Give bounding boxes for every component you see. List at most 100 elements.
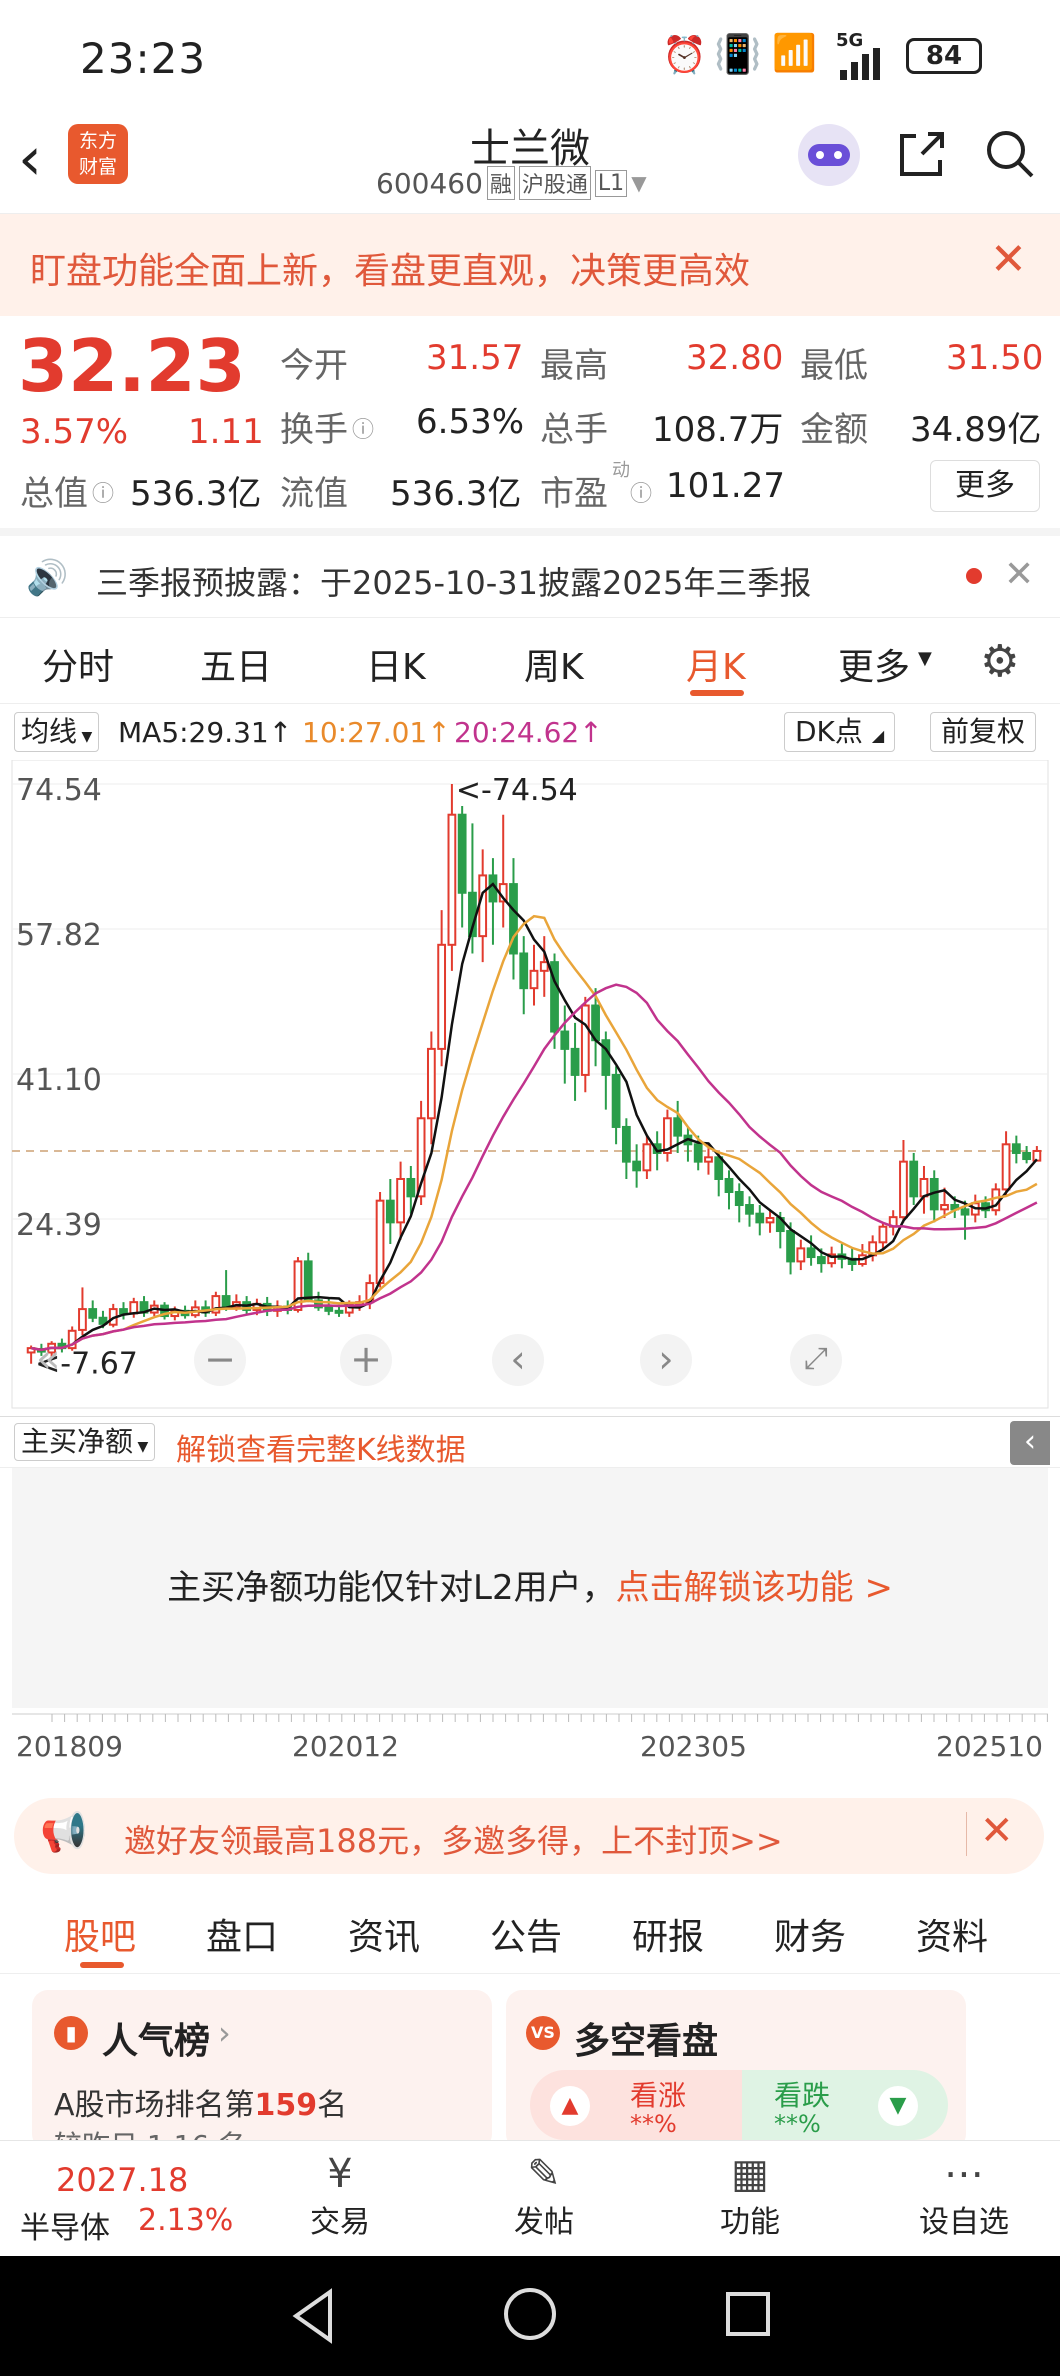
ma-select[interactable]: 均线 ▼ (14, 712, 100, 752)
stock-code: 600460 (376, 166, 483, 200)
tab-monthly-k[interactable]: 月K (686, 638, 746, 690)
back-nav-icon[interactable] (288, 2286, 338, 2350)
sector-index: 2027.18 (56, 2161, 189, 2199)
pe-dynamic-sup: 动 (612, 460, 630, 481)
settings-icon[interactable]: ⚙ (980, 636, 1019, 687)
tab-weekly-k[interactable]: 周K (524, 638, 584, 690)
vibrate-icon: 📳 (714, 32, 762, 76)
status-bar: 23:23 ⏰ 📳 📶 5G 84 (0, 0, 1060, 110)
adjust-select[interactable]: 前复权 (930, 712, 1037, 752)
zoom-in-icon[interactable]: + (340, 1334, 392, 1386)
bull-bear-card[interactable]: VS 多空看盘 ▲ 看涨 **% 看跌 **% ▼ (506, 1990, 966, 2150)
info-icon[interactable]: ⓘ (92, 476, 114, 508)
close-icon[interactable]: ✕ (990, 234, 1027, 285)
quote-panel: 32.23 3.57% 1.11 总值 ⓘ 536.3亿 今开 31.57 最高… (0, 316, 1060, 528)
chevron-down-icon[interactable]: ▼ (631, 171, 646, 195)
bull-bear-title: 多空看盘 (574, 2021, 719, 2062)
tab-more[interactable]: 更多 (838, 638, 910, 690)
candle-body (919, 1177, 929, 1198)
chevron-down-icon: ▼ (918, 648, 932, 669)
fullscreen-icon[interactable]: ⤢ (790, 1334, 842, 1386)
post-button[interactable]: ✎ 发帖 (504, 2151, 584, 2241)
total-value-label: 总值 (20, 474, 88, 514)
bull-pct: **% (630, 2110, 677, 2138)
candle-body (734, 1191, 744, 1207)
unlock-feature-link[interactable]: 点击解锁该功能 > (616, 1568, 893, 1608)
candle-body (1011, 1143, 1021, 1154)
close-icon[interactable]: ✕ (980, 1808, 1014, 1854)
candle-body (560, 1030, 570, 1050)
more-button[interactable]: 更多 (930, 460, 1040, 512)
search-icon[interactable] (982, 126, 1038, 186)
info-icon[interactable]: ⓘ (630, 476, 652, 508)
share-icon[interactable] (894, 126, 950, 186)
candle-body (878, 1225, 888, 1244)
vs-icon: VS (526, 2016, 560, 2050)
promo-banner[interactable]: 盯盘功能全面上新，看盘更直观，决策更高效 ✕ (0, 214, 1060, 316)
banner-text: 盯盘功能全面上新，看盘更直观，决策更高效 (30, 251, 751, 292)
tab-five-day[interactable]: 五日 (200, 638, 272, 690)
trade-button[interactable]: ¥ 交易 (300, 2151, 380, 2241)
close-icon[interactable]: ✕ (1004, 554, 1034, 595)
watchlist-button[interactable]: ⋯ 设自选 (904, 2151, 1024, 2241)
section-tabs: 股吧 盘口 资讯 公告 研报 财务 资料 (0, 1890, 1060, 1974)
scroll-right-icon[interactable]: › (640, 1334, 692, 1386)
yen-icon: ¥ (327, 2151, 353, 2197)
candle-body (642, 1143, 652, 1172)
candle-body (611, 1073, 621, 1128)
open-value: 31.57 (426, 338, 524, 378)
candle-body (806, 1247, 816, 1259)
indicator-select[interactable]: 主买净额 ▼ (14, 1423, 156, 1461)
candle-body (539, 961, 549, 972)
up-arrow-icon: ▲ (550, 2086, 590, 2126)
candle-body (745, 1204, 754, 1215)
candle-body (529, 969, 539, 990)
invite-banner[interactable]: 📢 邀好友领最高188元，多邀多得，上不封顶>> ✕ (14, 1798, 1044, 1874)
candle-body (303, 1260, 313, 1302)
tab-profile[interactable]: 资料 (916, 1908, 988, 1960)
tab-intraday[interactable]: 分时 (42, 638, 114, 690)
candle-body (632, 1160, 642, 1172)
watchlist-label: 设自选 (919, 2205, 1009, 2240)
unlock-link[interactable]: 解锁查看完整K线数据 (176, 1425, 466, 1469)
tab-finance[interactable]: 财务 (774, 1908, 846, 1960)
tab-guba[interactable]: 股吧 (64, 1908, 136, 1960)
candle-body (580, 1004, 590, 1076)
signal-icon (834, 46, 894, 80)
tab-research[interactable]: 研报 (632, 1908, 704, 1960)
change-percent: 3.57% (20, 412, 129, 452)
ma-select-label: 均线 (21, 715, 78, 748)
popularity-title: 人气榜 (102, 2021, 211, 2062)
candle-body (437, 943, 447, 1050)
y-tick-label: 74.54 (16, 773, 102, 808)
popularity-card[interactable]: ▮ 人气榜 › A股市场排名第159名 较昨日 1 16 名 (32, 1990, 492, 2150)
megaphone-icon: 📢 (40, 1810, 88, 1854)
scroll-start-icon[interactable]: « (36, 1336, 60, 1382)
candle-body (1032, 1149, 1042, 1162)
zoom-out-icon[interactable]: − (194, 1334, 246, 1386)
tab-order-book[interactable]: 盘口 (206, 1908, 278, 1960)
home-nav-icon[interactable] (504, 2288, 556, 2340)
locked-message: 主买净额功能仅针对L2用户， (167, 1568, 616, 1608)
dk-point-select[interactable]: DK点 ◢ (784, 712, 896, 752)
speaker-icon: 🔊 (26, 558, 69, 598)
robot-avatar-icon[interactable] (798, 124, 860, 186)
bull-button[interactable]: ▲ 看涨 **% (530, 2070, 742, 2140)
y-tick-label: 24.39 (16, 1208, 102, 1243)
recents-nav-icon[interactable] (726, 2292, 770, 2336)
candle-body (570, 1047, 580, 1076)
candle-body (673, 1117, 683, 1137)
tab-announcements[interactable]: 公告 (490, 1908, 562, 1960)
tab-news[interactable]: 资讯 (348, 1908, 420, 1960)
ma20-line (30, 983, 1038, 1352)
turnover-value: 6.53% (416, 402, 525, 442)
collapse-icon[interactable]: ‹ (1010, 1421, 1050, 1465)
tab-daily-k[interactable]: 日K (366, 638, 426, 690)
info-icon[interactable]: ⓘ (352, 412, 374, 444)
bear-button[interactable]: 看跌 **% ▼ (742, 2070, 948, 2140)
candle-body (714, 1156, 724, 1180)
notice-bar[interactable]: 🔊 三季报预披露：于2025-10-31披露2025年三季报 ✕ (0, 528, 1060, 618)
scroll-left-icon[interactable]: ‹ (492, 1334, 544, 1386)
function-button[interactable]: ▦ 功能 (710, 2151, 790, 2241)
active-tab-indicator (690, 690, 744, 696)
